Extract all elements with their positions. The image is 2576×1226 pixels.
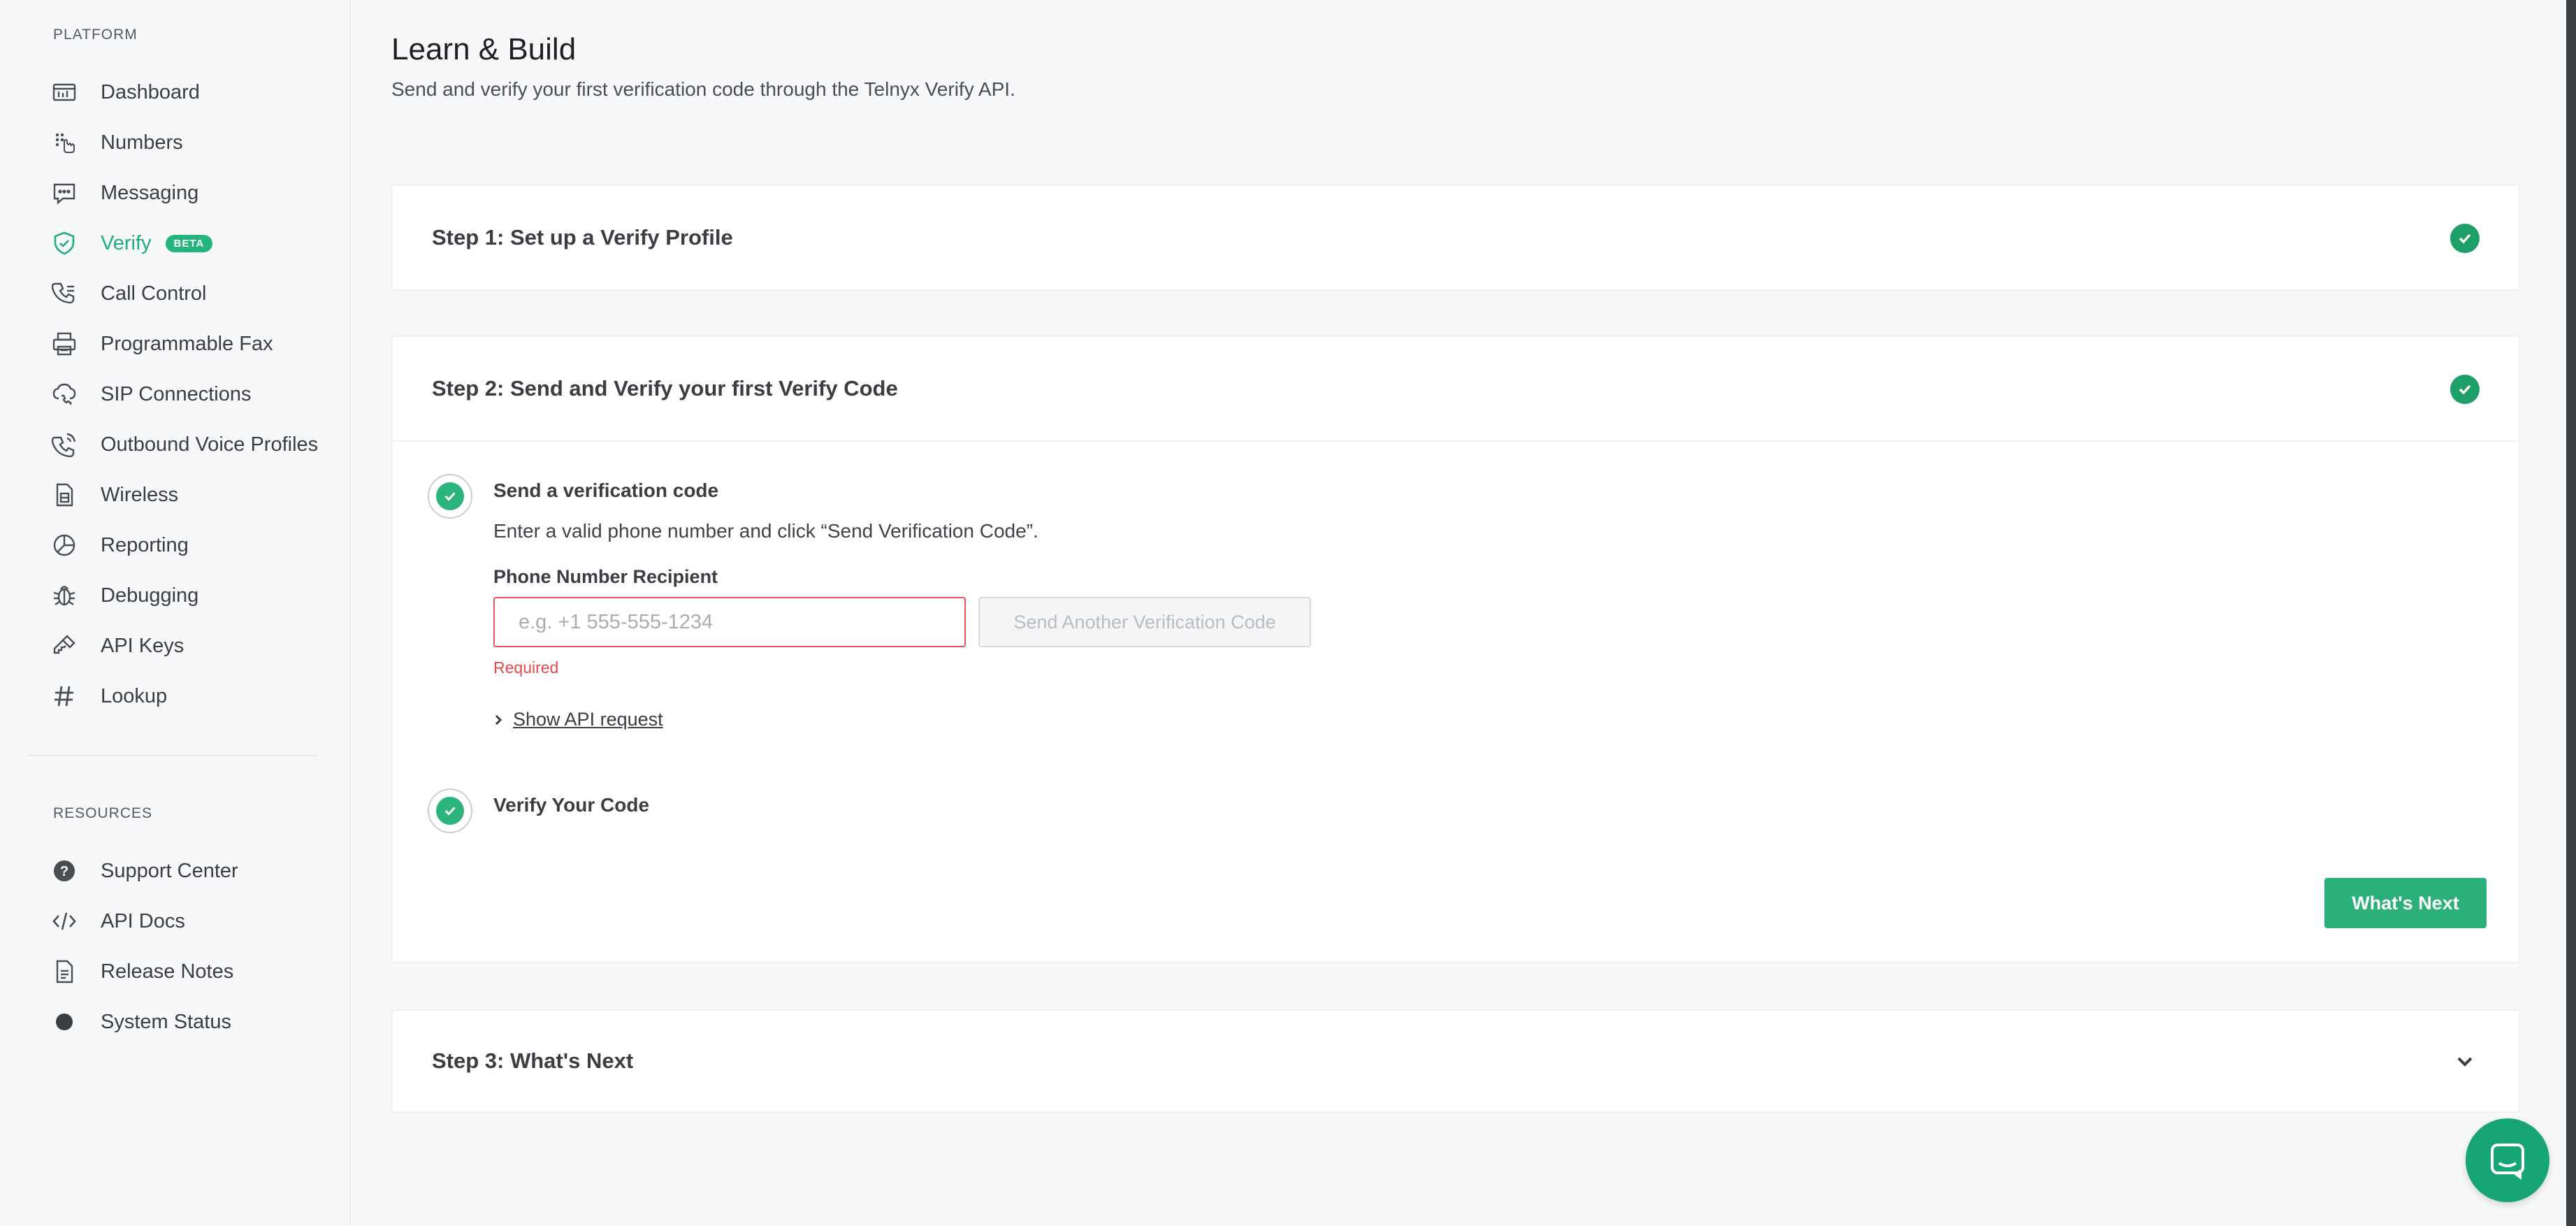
sidebar-item-outbound-voice-profiles[interactable]: Outbound Voice Profiles [50,425,330,464]
chat-icon [2491,1144,2524,1180]
sidebar-item-label: Dashboard [101,80,200,103]
hashtag-icon [50,682,78,710]
sidebar-item-label: Reporting [101,533,189,556]
send-step-title: Send a verification code [493,479,719,501]
sidebar-item-sip-connections[interactable]: SIP Connections [50,375,330,414]
sidebar-item-label: Verify [101,231,152,254]
phone-number-input[interactable] [493,597,966,647]
resources-section-label: RESOURCES [53,805,153,821]
messaging-icon [50,179,78,207]
send-another-code-button[interactable]: Send Another Verification Code [978,597,1311,647]
step2-complete-icon [2450,375,2480,404]
sidebar-item-label: Numbers [101,131,183,154]
sidebar-item-label: Outbound Voice Profiles [101,433,319,456]
sim-card-icon [50,481,78,509]
sidebar-item-lookup[interactable]: Lookup [50,677,330,716]
step1-card[interactable]: Step 1: Set up a Verify Profile [391,185,2520,291]
sidebar: PLATFORM Dashboard Numbers Messaging Ver… [0,0,351,1226]
code-icon [50,907,78,935]
help-circle-icon: ? [50,857,78,885]
sidebar-item-label: Release Notes [101,960,234,983]
sidebar-item-release-notes[interactable]: Release Notes [50,952,330,991]
sidebar-item-messaging[interactable]: Messaging [50,173,330,212]
send-step-instructions: Enter a valid phone number and click “Se… [493,520,1039,542]
fax-icon [50,330,78,358]
numbers-icon [50,129,78,157]
page-title: Learn & Build [391,32,577,66]
sidebar-item-api-keys[interactable]: API Keys [50,626,330,665]
svg-text:?: ? [60,864,68,879]
outbound-phone-icon [50,431,78,459]
document-icon [50,958,78,986]
verify-step-check-icon [428,788,472,833]
sidebar-item-label: Programmable Fax [101,332,273,355]
sidebar-item-programmable-fax[interactable]: Programmable Fax [50,324,330,363]
sidebar-item-support-center[interactable]: ? Support Center [50,851,330,890]
sidebar-item-label: SIP Connections [101,382,252,405]
beta-badge: BETA [165,234,213,252]
chevron-down-icon[interactable] [2454,1053,2475,1071]
sip-icon [50,380,78,408]
sidebar-item-label: System Status [101,1010,231,1033]
phone-error-message: Required [493,658,559,677]
sidebar-item-label: Wireless [101,483,179,506]
sidebar-item-reporting[interactable]: Reporting [50,526,330,565]
step2-card: Step 2: Send and Verify your first Verif… [391,336,2520,963]
sidebar-divider [28,755,317,756]
step1-title: Step 1: Set up a Verify Profile [432,225,733,250]
sidebar-item-call-control[interactable]: Call Control [50,274,330,313]
page-scrollbar[interactable] [2566,0,2576,1226]
platform-section-label: PLATFORM [53,27,138,43]
sidebar-item-numbers[interactable]: Numbers [50,123,330,162]
chevron-right-icon [495,714,502,725]
phone-icon [50,280,78,308]
whats-next-button[interactable]: What's Next [2324,878,2487,928]
send-step-check-icon [428,474,472,519]
sidebar-item-wireless[interactable]: Wireless [50,475,330,514]
sidebar-item-label: Messaging [101,181,199,204]
sidebar-item-debugging[interactable]: Debugging [50,576,330,615]
pie-chart-icon [50,531,78,559]
step2-title: Step 2: Send and Verify your first Verif… [432,376,898,401]
sidebar-item-verify[interactable]: Verify BETA [50,224,330,263]
sidebar-item-system-status[interactable]: System Status [50,1002,330,1041]
step1-complete-icon [2450,224,2480,253]
sidebar-item-label: API Keys [101,634,184,657]
phone-field-label: Phone Number Recipient [493,566,718,587]
step3-card[interactable]: Step 3: What's Next [391,1009,2520,1113]
verify-step-title: Verify Your Code [493,794,650,816]
sidebar-item-dashboard[interactable]: Dashboard [50,73,330,112]
bug-icon [50,582,78,610]
step2-divider [393,440,2519,442]
sidebar-item-label: Support Center [101,859,238,882]
chat-support-button[interactable] [2466,1118,2549,1202]
sidebar-item-label: Call Control [101,282,207,305]
step3-title: Step 3: What's Next [432,1048,634,1073]
page-subtitle: Send and verify your first verification … [391,78,1015,100]
show-api-request-toggle[interactable]: Show API request [493,709,663,730]
shield-check-icon [50,229,78,257]
key-icon [50,632,78,660]
sidebar-item-label: Debugging [101,584,199,607]
sidebar-item-label: API Docs [101,909,185,932]
status-dot-icon [50,1008,78,1036]
sidebar-item-label: Lookup [101,684,168,707]
dashboard-icon [50,78,78,106]
show-api-request-label: Show API request [513,709,663,730]
sidebar-item-api-docs[interactable]: API Docs [50,902,330,941]
